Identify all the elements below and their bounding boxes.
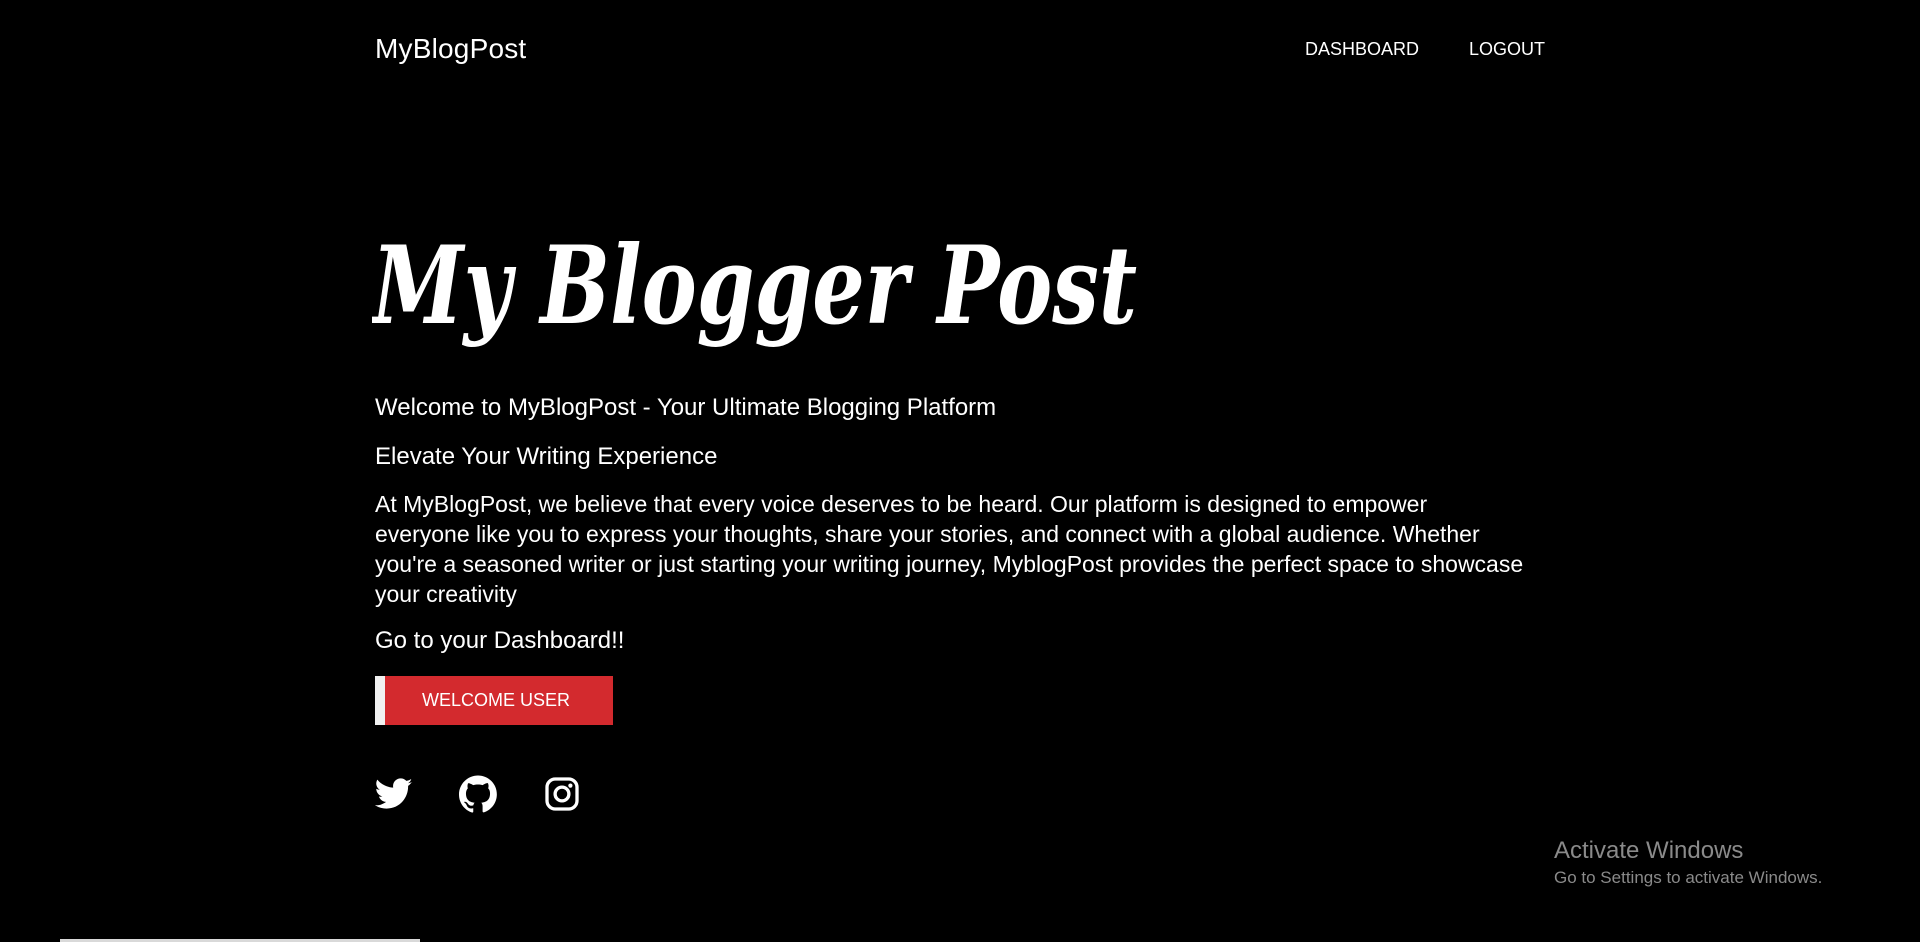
main-content: Welcome to MyBlogPost - Your Ultimate Bl… [375,391,1525,813]
twitter-icon[interactable] [375,775,413,813]
nav-dashboard-link[interactable]: DASHBOARD [1305,39,1419,60]
dashboard-cta-text: Go to your Dashboard!! [375,627,625,654]
github-icon-svg [459,775,497,813]
instagram-icon[interactable] [543,775,581,813]
github-icon[interactable] [459,775,497,813]
twitter-icon-svg [375,778,413,809]
navbar: MyBlogPost DASHBOARD LOGOUT [375,0,1545,98]
nav-links: DASHBOARD LOGOUT [1305,39,1545,60]
hero-title: My Blogger Post [372,205,1172,385]
subheading: Elevate Your Writing Experience [375,443,718,470]
activate-windows-title: Activate Windows [1554,837,1744,864]
intro-paragraph: At MyBlogPost, we believe that every voi… [375,491,1524,607]
brand-logo[interactable]: MyBlogPost [375,33,526,65]
page: MyBlogPost DASHBOARD LOGOUT My Blogger P… [0,0,1920,942]
welcome-user-button-label: WELCOME USER [421,690,571,710]
social-links [375,775,1525,813]
nav-logout-link[interactable]: LOGOUT [1469,39,1545,60]
activate-windows-subtitle: Go to Settings to activate Windows. [1554,868,1823,887]
activate-windows-watermark: Activate Windows Go to Settings to activ… [1554,836,1822,890]
welcome-user-button[interactable]: WELCOME USER [375,676,613,725]
welcome-headline: Welcome to MyBlogPost - Your Ultimate Bl… [375,394,997,421]
hero-title-text: My Blogger Post [372,223,1137,349]
instagram-icon-svg [545,777,579,811]
hero-title-script: My Blogger Post [372,223,1137,349]
button-accent-bar [375,676,385,725]
